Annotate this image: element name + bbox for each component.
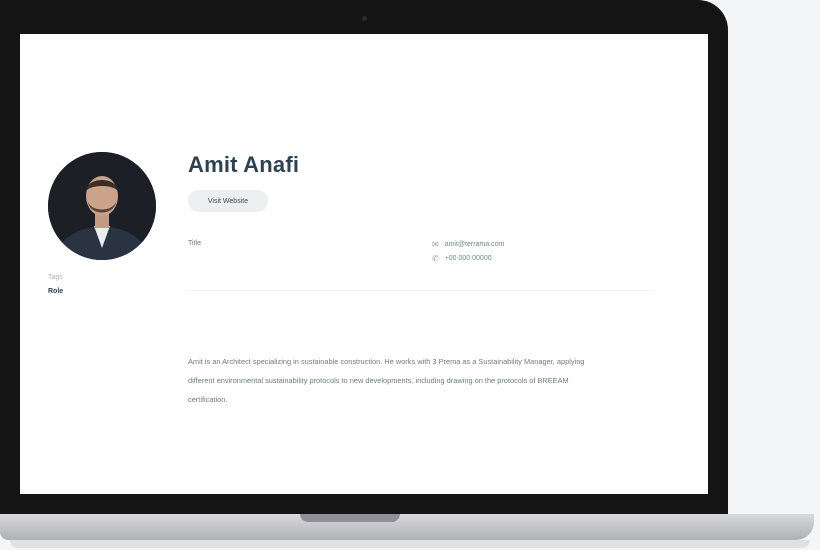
laptop-notch [300,514,400,522]
visit-website-button[interactable]: Visit Website [188,190,268,212]
profile-name: Amit Anafi [188,152,300,177]
phone-text[interactable]: +00 000 00000 [445,255,492,262]
avatar-photo [48,152,156,260]
side-value: Role [48,288,64,295]
laptop-base [0,514,814,540]
title-label: Title [188,240,201,247]
phone-row[interactable]: ✆ +00 000 00000 [432,254,492,263]
laptop-shadow [10,540,810,548]
phone-icon: ✆ [432,254,439,263]
mail-icon: ✉ [432,240,439,249]
divider [188,290,652,291]
laptop-bezel: Tags Role Amit Anafi Visit Website Title… [0,0,728,514]
email-row[interactable]: ✉ amit@terrama.com [432,240,504,249]
camera-icon [362,16,367,21]
bio-text: Amit is an Architect specializing in sus… [188,357,585,404]
side-label: Tags [48,274,63,281]
avatar [48,152,156,260]
email-text[interactable]: amit@terrama.com [445,241,505,248]
profile-screen: Tags Role Amit Anafi Visit Website Title… [20,34,708,494]
